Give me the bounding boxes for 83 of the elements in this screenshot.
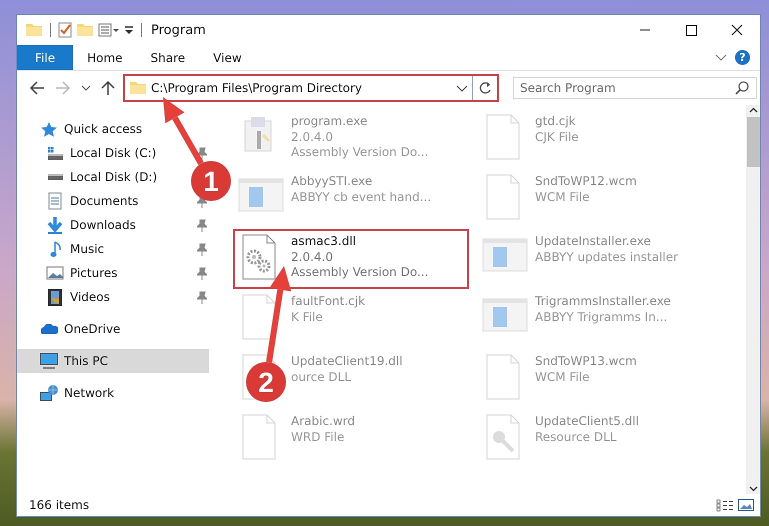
step-badge: 1 (191, 161, 231, 201)
search-icon[interactable] (735, 81, 749, 95)
file-name: program.exe (291, 113, 368, 130)
document-icon (48, 192, 62, 210)
tiles-view-icon[interactable] (738, 499, 754, 511)
file-name: asmac3.dll (291, 233, 357, 250)
file-detail: 2.0.4.0 (291, 130, 334, 145)
window-title: Program (151, 22, 206, 38)
help-button[interactable]: ? (735, 50, 750, 65)
ribbon-tab[interactable]: Home (73, 45, 137, 70)
sidebar-item[interactable]: Local Disk (D:) (17, 165, 162, 189)
chevron-down-icon[interactable] (81, 85, 91, 91)
file-name: gtd.cjk (535, 113, 577, 130)
pin-icon[interactable] (197, 290, 207, 304)
sidebar-item[interactable]: OneDrive (17, 317, 124, 341)
back-arrow-icon[interactable] (29, 81, 45, 95)
dropdown-icon[interactable] (124, 26, 134, 34)
film-icon (48, 288, 62, 306)
file-name: SndToWP12.wcm (535, 173, 637, 190)
file-detail: CJK File (535, 130, 579, 145)
file-item[interactable]: asmac3.dll 2.0.4.0 Assembly Version Do... (233, 229, 469, 289)
file-detail: 2.0.4.0 (291, 250, 334, 265)
picture-icon (46, 266, 64, 280)
monitor-icon (40, 353, 58, 369)
chevron-down-icon[interactable] (748, 486, 758, 492)
file-menu-tab[interactable]: File (17, 45, 74, 70)
sidebar-item[interactable]: Downloads (17, 213, 140, 237)
download-arrow-icon (47, 216, 63, 234)
pin-icon[interactable] (197, 266, 207, 280)
scrollbar[interactable] (746, 105, 760, 494)
file-name: AbbyySTI.exe (291, 173, 374, 190)
file-detail: ABBYY Trigramms In... (535, 310, 668, 325)
up-arrow-icon[interactable] (101, 80, 115, 96)
music-note-icon (50, 240, 60, 258)
file-detail: ABBYY updates installer (535, 250, 678, 265)
file-name: UpdateInstaller.exe (535, 233, 652, 250)
star-icon (40, 120, 58, 138)
properties-icon[interactable] (98, 23, 120, 37)
cloud-icon (40, 324, 58, 334)
drive-icon (46, 146, 64, 160)
pin-icon[interactable] (197, 146, 207, 160)
address-path: C:\Program Files\Program Directory (151, 81, 362, 95)
file-detail: Assembly Version Do... (291, 145, 428, 160)
sidebar-item[interactable]: This PC (17, 349, 209, 373)
file-detail: WCM File (535, 190, 590, 205)
ribbon-tab[interactable]: View (199, 45, 256, 70)
scrollbar-thumb[interactable] (746, 117, 760, 167)
file-detail: ABBYY cb event hand... (291, 190, 432, 205)
drive-icon (46, 173, 64, 181)
file-detail: ource DLL (291, 370, 352, 385)
search-field[interactable]: Search Program (513, 77, 757, 99)
file-name: TrigrammsInstaller.exe (535, 293, 671, 310)
sidebar-item[interactable]: Videos (17, 285, 114, 309)
file-detail: WCM File (535, 370, 590, 385)
arrow (163, 97, 204, 166)
sidebar-item[interactable]: Music (17, 237, 108, 261)
file-name: UpdateClient5.dll (535, 413, 639, 430)
file-name: UpdateClient19.dll (291, 353, 403, 370)
refresh-icon (478, 81, 492, 95)
file-detail: K File (291, 310, 324, 325)
checklist-icon[interactable] (58, 22, 72, 38)
file-name: Arabic.wrd (291, 413, 356, 430)
network-icon (40, 385, 58, 401)
sidebar-item[interactable]: Pictures (17, 261, 122, 285)
ribbon-tab[interactable]: Share (136, 45, 200, 70)
file-name: faultFont.cjk (291, 293, 366, 310)
sidebar-item[interactable]: Network (17, 381, 118, 405)
item-count: 166 items (29, 498, 90, 512)
file-detail: WRD File (291, 430, 346, 445)
details-view-icon[interactable] (716, 498, 734, 512)
sidebar-item[interactable]: Documents (17, 189, 142, 213)
file-name: SndToWP13.wcm (535, 353, 637, 370)
sidebar-item[interactable]: Local Disk (C:) (17, 141, 160, 165)
pin-icon[interactable] (197, 242, 207, 256)
file-detail: Resource DLL (535, 430, 618, 445)
file-detail: Assembly Version Do... (291, 265, 428, 280)
pin-icon[interactable] (197, 218, 207, 232)
chevron-up-icon[interactable] (748, 107, 758, 113)
folder-icon (129, 81, 147, 95)
address-bar[interactable]: C:\Program Files\Program Directory (123, 74, 499, 102)
chevron-down-icon[interactable] (456, 84, 468, 92)
step-badge: 2 (246, 362, 286, 402)
sidebar-item[interactable]: Quick access (17, 117, 146, 141)
